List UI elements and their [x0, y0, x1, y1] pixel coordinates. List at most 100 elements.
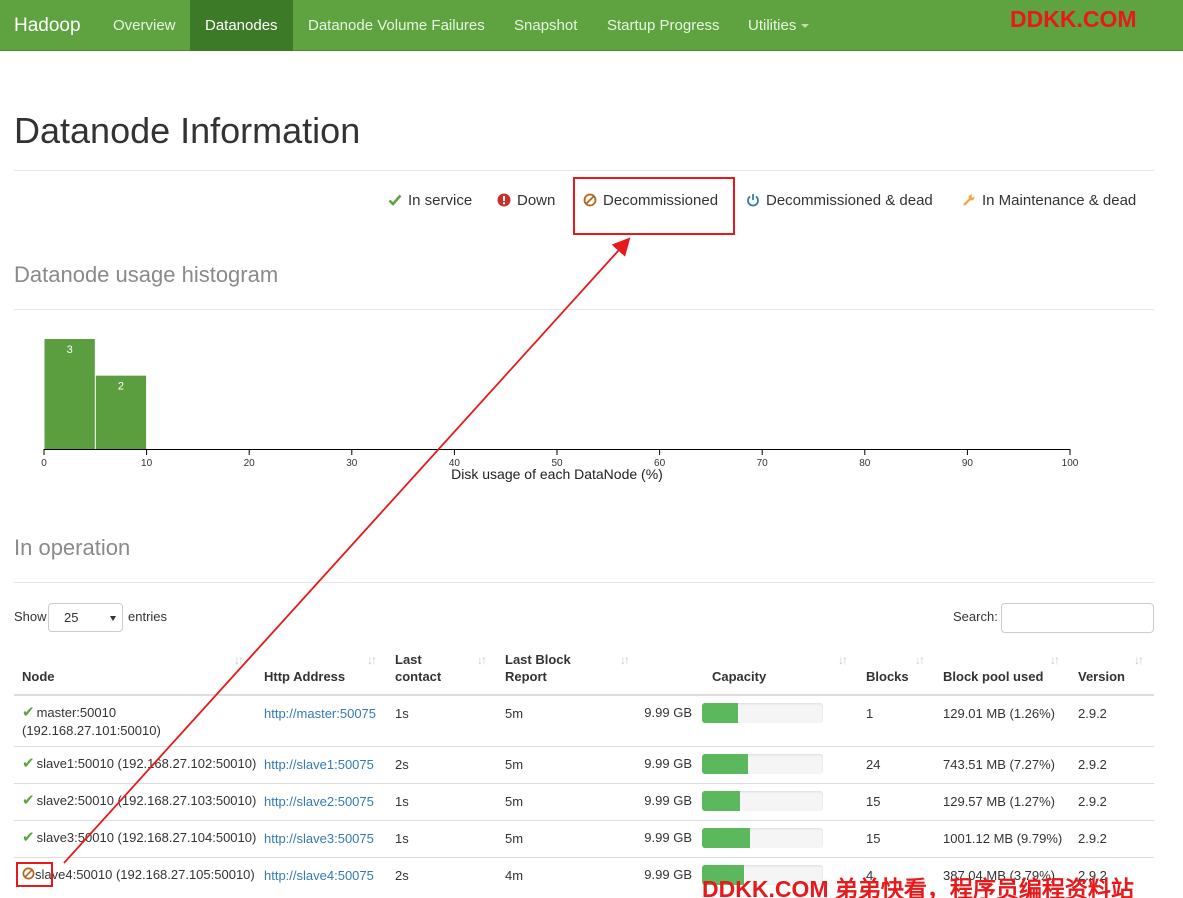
nav-startup-progress[interactable]: Startup Progress	[592, 0, 735, 51]
th-last-block-report[interactable]: Last Block Report	[505, 651, 571, 685]
last-block-report: 5m	[505, 706, 524, 721]
capacity-bar	[702, 791, 823, 811]
x-tick-label: 80	[859, 458, 871, 469]
table-row-node: ✔ slave2:50010 (192.168.27.103:50010)	[22, 792, 256, 809]
version: 2.9.2	[1078, 831, 1107, 846]
power-icon	[747, 194, 759, 207]
th-last-contact[interactable]: Last contact	[395, 651, 441, 685]
http-address-link[interactable]: http://slave1:50075	[264, 756, 374, 773]
x-tick-label: 100	[1062, 458, 1079, 469]
last-contact: 1s	[395, 706, 409, 721]
th-block-pool-used[interactable]: Block pool used	[943, 668, 1043, 685]
node-name: slave3:50010 (192.168.27.104:50010)	[36, 830, 257, 845]
table-row-node: ✔ slave3:50010 (192.168.27.104:50010)	[22, 829, 256, 846]
blocks: 24	[866, 757, 881, 772]
legend-label: In service	[408, 192, 473, 209]
last-contact: 1s	[395, 831, 409, 846]
th-capacity[interactable]: Capacity	[712, 668, 766, 685]
th-version[interactable]: Version	[1078, 668, 1125, 685]
table-row-node: slave4:50010 (192.168.27.105:50010)	[22, 866, 255, 883]
table-row-node: ✔ slave1:50010 (192.168.27.102:50010)	[22, 755, 256, 772]
version: 2.9.2	[1078, 706, 1107, 721]
check-icon	[388, 194, 402, 206]
x-tick-label: 10	[141, 458, 153, 469]
th-http-address[interactable]: Http Address	[264, 668, 345, 685]
nav-utilities[interactable]: Utilities	[733, 0, 824, 51]
version: 2.9.2	[1078, 794, 1107, 809]
sort-icon[interactable]: ↓↑	[1134, 653, 1144, 667]
histogram-title: Datanode usage histogram	[14, 262, 279, 287]
last-contact: 2s	[395, 757, 409, 772]
node-ip: (192.168.27.101:50010)	[22, 723, 161, 738]
capacity-value: 9.99 GB	[644, 830, 692, 845]
brand-logo[interactable]: Hadoop	[14, 15, 81, 37]
x-tick-label: 20	[244, 458, 256, 469]
capacity-bar	[702, 703, 823, 723]
legend-label: Down	[517, 192, 556, 209]
x-axis-label: Disk usage of each DataNode (%)	[451, 466, 663, 482]
page-title: Datanode Information	[14, 110, 361, 151]
last-block-report: 5m	[505, 794, 524, 809]
capacity-bar-fill	[702, 828, 751, 848]
sort-icon[interactable]: ↓↑	[838, 653, 848, 667]
node-name: master:50010	[36, 705, 117, 720]
th-blocks[interactable]: Blocks	[866, 668, 909, 685]
http-address-link[interactable]: http://slave2:50075	[264, 793, 374, 810]
exclamation-icon	[497, 193, 511, 207]
sort-icon[interactable]: ↓↑	[477, 653, 487, 667]
sort-icon[interactable]: ↓↑	[620, 653, 630, 667]
sort-icon[interactable]: ↓↑	[1050, 653, 1060, 667]
th-line: contact	[395, 669, 442, 684]
last-contact: 1s	[395, 794, 409, 809]
blocks: 15	[866, 794, 881, 809]
nav-snapshot[interactable]: Snapshot	[499, 0, 592, 51]
check-icon: ✔	[22, 704, 35, 721]
highlight-box	[573, 177, 735, 235]
entries-select-value: 25	[64, 610, 79, 625]
capacity-bar	[702, 754, 823, 774]
legend-down: Down	[497, 192, 555, 209]
x-tick-label: 70	[757, 458, 769, 469]
capacity-bar	[702, 828, 823, 848]
check-icon: ✔	[22, 792, 35, 809]
blocks: 1	[866, 706, 874, 721]
search-input[interactable]	[1001, 603, 1154, 633]
entries-select[interactable]: 25	[48, 603, 123, 632]
usage-histogram: 320 10 20 30 40 50 60 70 80 90 100Disk usage of ea…	[41, 339, 1079, 482]
legend-label: Decommissioned & dead	[766, 192, 933, 209]
block-pool-used: 743.51 MB (7.27%)	[943, 757, 1056, 772]
sort-icon[interactable]: ↓↑	[915, 653, 925, 667]
blocks: 15	[866, 831, 881, 846]
http-address-link[interactable]: http://slave4:50075	[264, 867, 374, 884]
node-name: slave1:50010 (192.168.27.102:50010)	[36, 756, 257, 771]
operation-title: In operation	[14, 535, 131, 560]
divider	[14, 309, 1154, 310]
row-border	[14, 857, 1154, 858]
nav-datanodes[interactable]: Datanodes	[190, 0, 293, 51]
http-address-link[interactable]: http://master:50075	[264, 705, 376, 722]
entries-label: entries	[128, 609, 168, 624]
highlight-box	[16, 862, 53, 887]
sort-icon[interactable]: ↓↑	[367, 653, 377, 667]
wrench-icon	[963, 194, 975, 206]
http-address-link[interactable]: http://slave3:50075	[264, 830, 374, 847]
nav-overview[interactable]: Overview	[98, 0, 191, 51]
search-label: Search:	[953, 609, 998, 624]
last-contact: 2s	[395, 868, 409, 883]
bar-count-label: 3	[67, 344, 73, 356]
th-line: Last	[395, 652, 422, 667]
node-name: slave4:50010 (192.168.27.105:50010)	[35, 867, 255, 882]
last-block-report: 4m	[505, 868, 524, 883]
row-border	[14, 820, 1154, 821]
last-block-report: 5m	[505, 757, 524, 772]
divider	[14, 170, 1154, 171]
nav-datanode-volume-failures[interactable]: Datanode Volume Failures	[293, 0, 500, 51]
check-icon: ✔	[22, 829, 35, 846]
chevron-down-icon	[110, 616, 116, 621]
table-row-node: ✔ master:50010	[22, 704, 116, 721]
sort-icon[interactable]: ↓↑	[234, 653, 244, 667]
block-pool-used: 129.57 MB (1.27%)	[943, 794, 1056, 809]
row-border	[14, 746, 1154, 747]
th-node[interactable]: Node	[22, 668, 55, 685]
capacity-value: 9.99 GB	[644, 867, 692, 882]
